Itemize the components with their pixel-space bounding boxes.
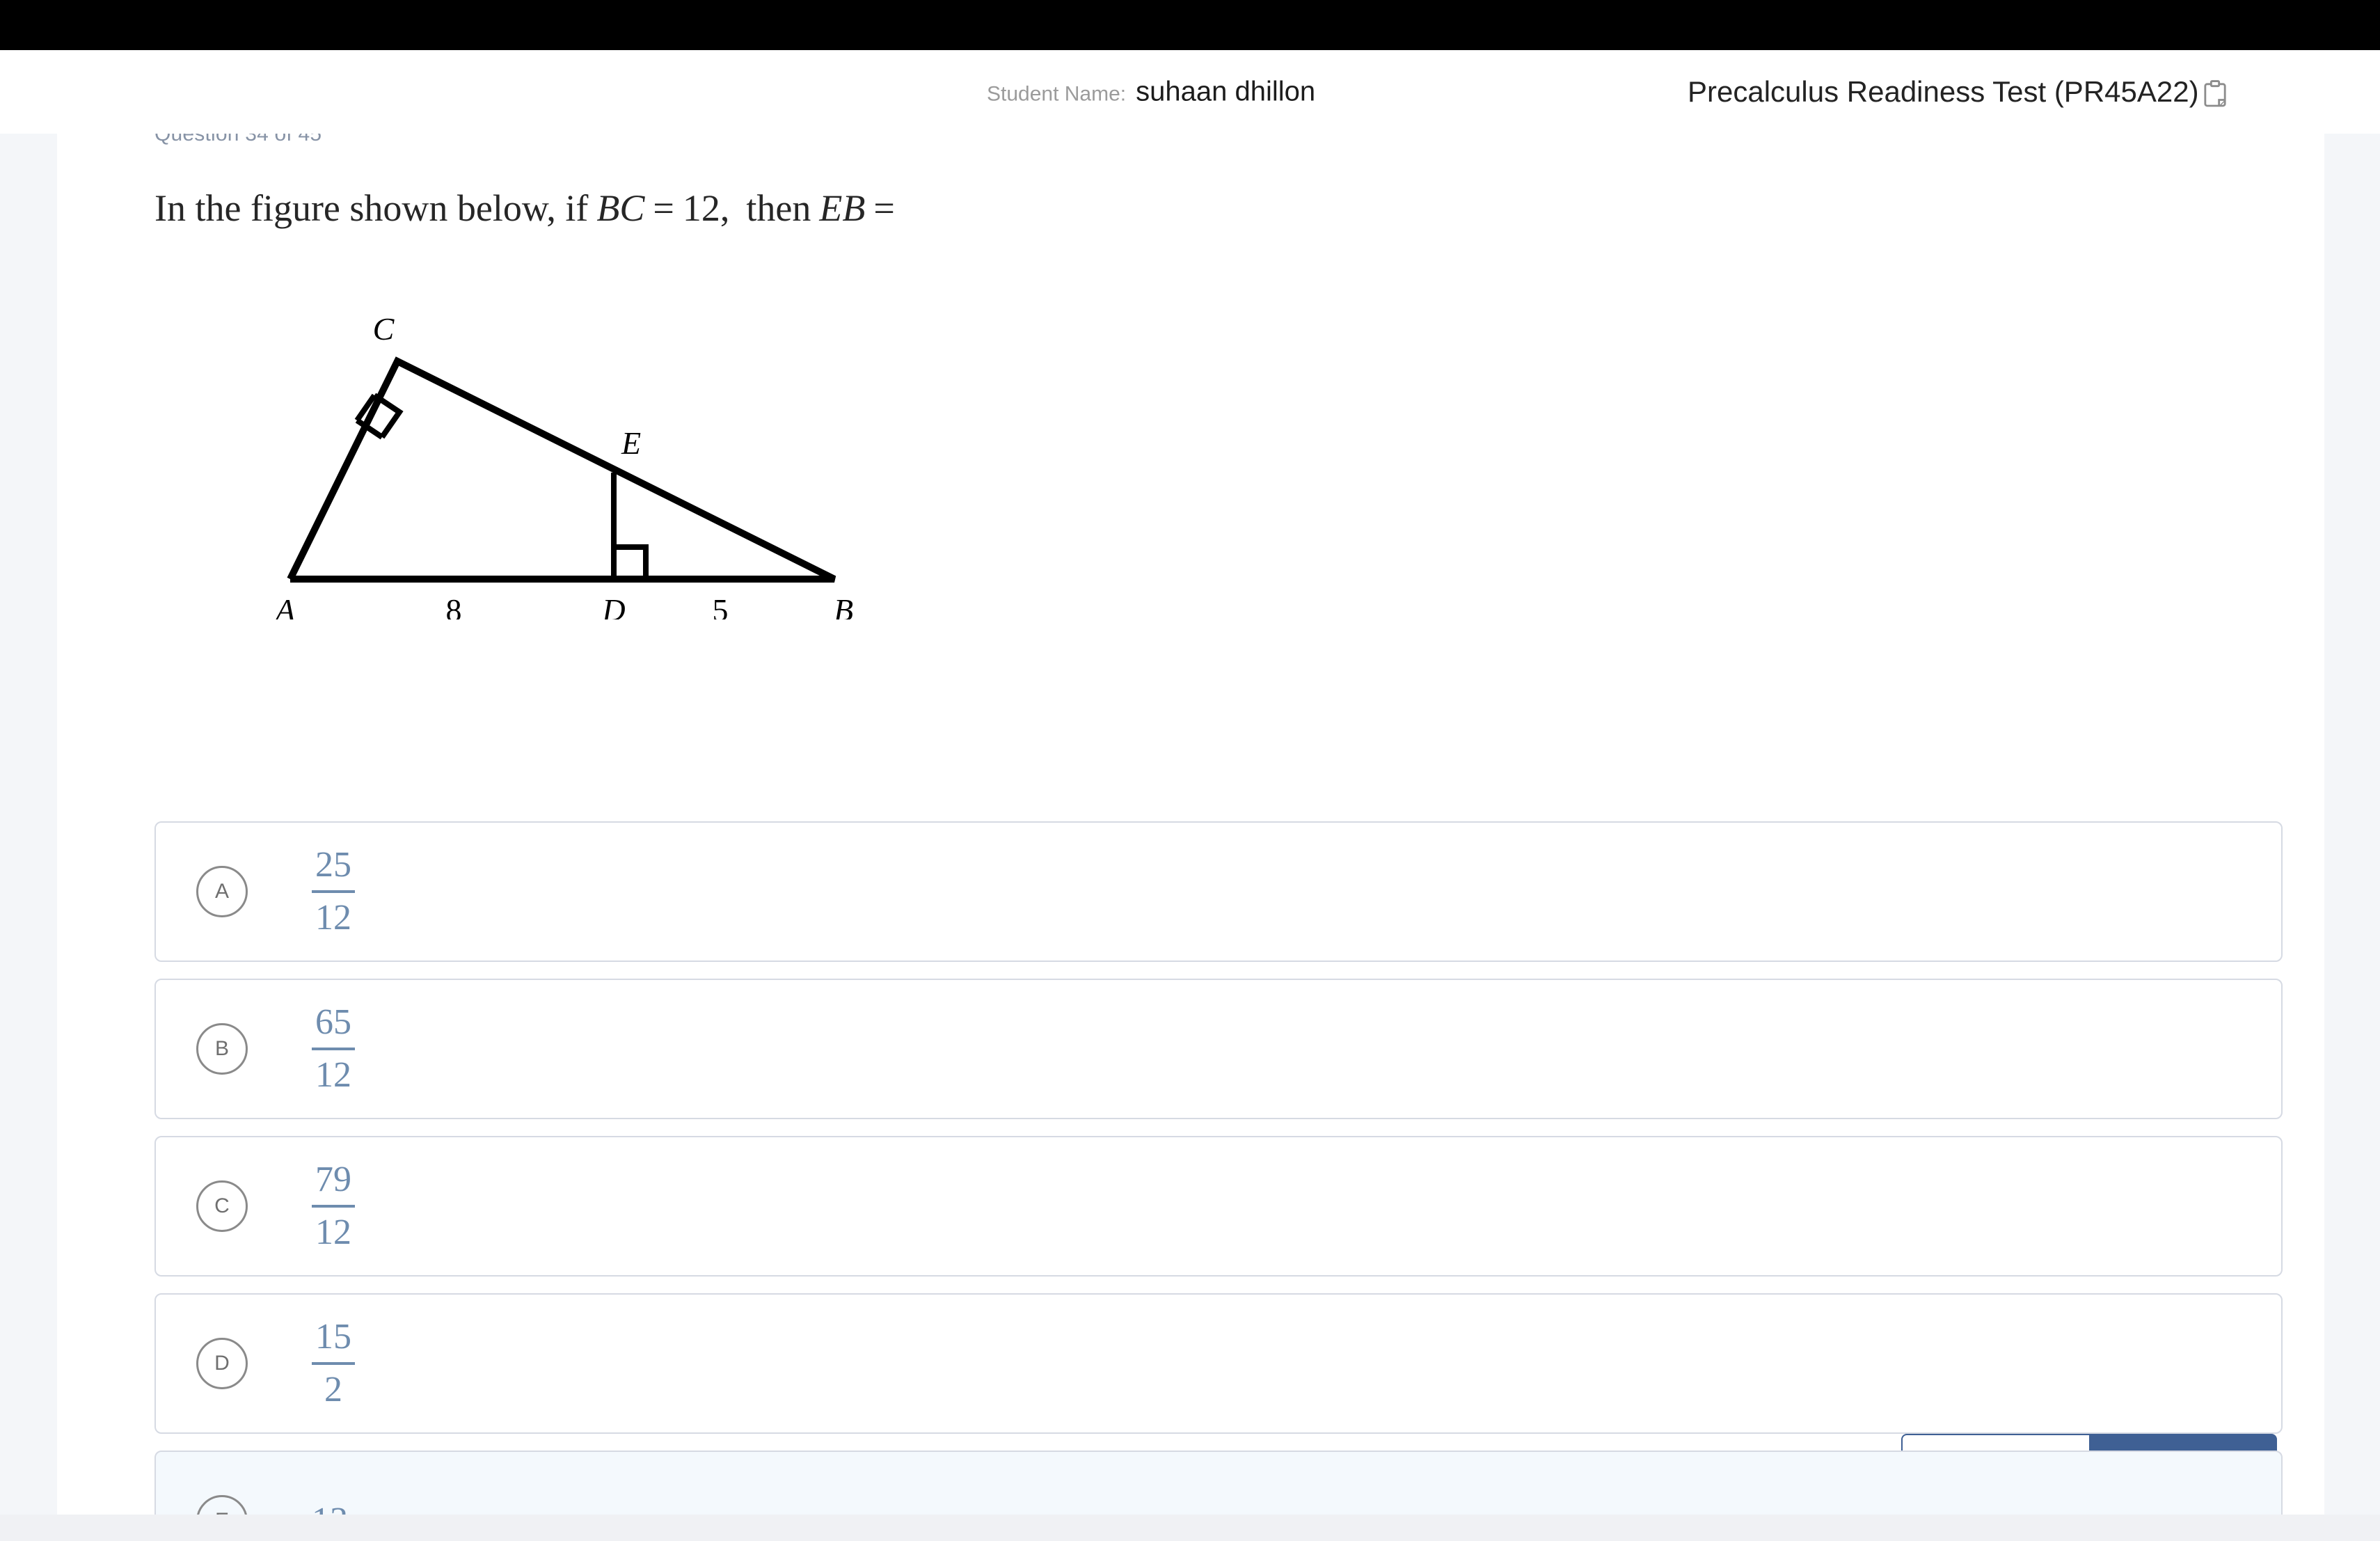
test-title-block: Precalculus Readiness Test (PR45A22) [1688,75,2227,109]
student-name-label: Student Name: [987,82,1127,106]
student-name-block: Student Name: suhaan dhillon [987,77,1315,108]
stem-comma: , [720,187,730,229]
fraction: 79 12 [312,1162,355,1251]
stem-given-var: BC [596,187,645,229]
option-value: 25 12 [312,847,355,936]
option-letter-badge: B [196,1023,248,1075]
right-background-strip [2324,132,2380,1517]
fraction-denominator: 12 [315,1055,351,1095]
option-value: 13 [312,1503,348,1515]
triangle-outline [287,356,836,583]
test-header-bar: Student Name: suhaan dhillon Precalculus… [0,50,2380,134]
bottom-background-strip [0,1515,2380,1541]
right-angle-mark-d [614,544,649,579]
clipboard-icon[interactable] [2203,80,2227,108]
answer-option-b[interactable]: B 65 12 [154,979,2283,1119]
question-content-area: Question 34 of 45 In the figure shown be… [57,132,2324,1515]
option-letter-badge: E [196,1495,248,1515]
answer-option-d[interactable]: D 15 2 [154,1293,2283,1434]
stem-ask-var: EB [819,187,866,229]
left-background-strip [0,132,57,1517]
answer-option-c[interactable]: C 79 12 [154,1136,2283,1277]
browser-top-bar [0,0,2380,50]
fraction-denominator: 12 [315,1212,351,1252]
fraction-numerator: 65 [315,1002,351,1042]
test-title: Precalculus Readiness Test (PR45A22) [1688,75,2199,108]
figure-label-a: A [273,592,296,619]
answer-option-e[interactable]: E 13 [154,1451,2283,1515]
question-counter: Question 34 of 45 [154,132,322,145]
fraction-numerator: 25 [315,845,351,885]
fraction: 25 12 [312,847,355,936]
option-letter-badge: A [196,866,248,917]
option-plain-value: 13 [312,1503,348,1515]
clipboard-icon-svg [2204,80,2226,107]
option-value: 79 12 [312,1162,355,1251]
fraction-numerator: 15 [315,1317,351,1357]
geometry-figure: C E A D B 8 5 [224,306,920,619]
option-value: 65 12 [312,1004,355,1093]
question-stem: In the figure shown below, if BC = 12, then E… [154,187,895,230]
stem-ask-equals: = [873,187,895,229]
option-value: 15 2 [312,1319,355,1408]
figure-label-e: E [621,425,641,461]
answer-option-a[interactable]: A 25 12 [154,821,2283,962]
fraction: 65 12 [312,1004,355,1093]
fraction-numerator: 79 [315,1160,351,1199]
answer-options-list: A2512B6512C7912D152E13 [154,821,2283,1515]
figure-length-ad: 8 [446,592,462,619]
stem-equals: = [653,187,674,229]
figure-length-db: 5 [713,592,729,619]
fraction-denominator: 2 [324,1370,342,1409]
stem-prefix: In the figure shown below, if [154,187,589,229]
fraction-denominator: 12 [315,898,351,938]
student-name-value: suhaan dhillon [1136,76,1316,107]
fraction: 15 2 [312,1319,355,1408]
option-letter-badge: D [196,1338,248,1389]
figure-label-b: B [834,592,853,619]
stem-given-value: 12 [682,187,720,229]
figure-label-c: C [373,311,395,347]
figure-label-d: D [601,592,625,619]
page-root: Question 34 of 45 In the figure shown be… [0,0,2380,1541]
geometry-figure-svg: C E A D B 8 5 [273,311,853,619]
stem-then: then [746,187,811,229]
option-letter-badge: C [196,1180,248,1232]
